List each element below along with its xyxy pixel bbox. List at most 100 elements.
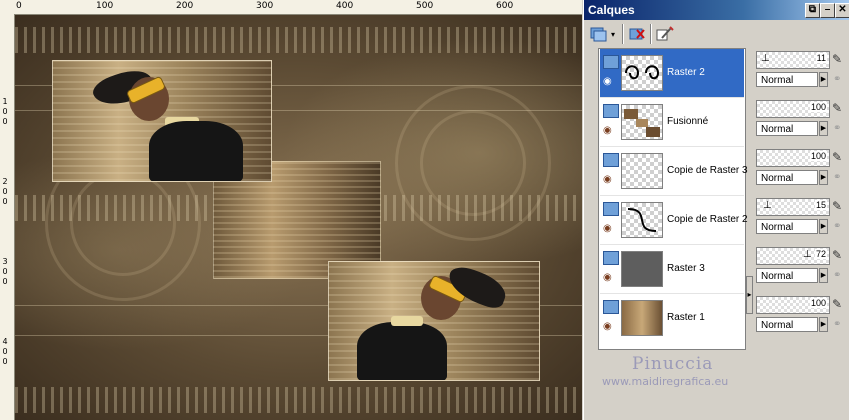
opacity-slider[interactable]: 100 bbox=[756, 296, 830, 314]
left-ruler: 1 0 0 2 0 0 3 0 0 4 0 0 bbox=[0, 14, 15, 420]
link-icon[interactable]: ⚭ bbox=[833, 172, 841, 183]
ruler-label: 0 bbox=[2, 357, 8, 366]
ruler-label: 600 bbox=[496, 1, 514, 11]
opacity-value: 72 bbox=[814, 249, 827, 259]
visibility-eye-icon[interactable]: ◉ bbox=[603, 224, 617, 234]
opacity-slider[interactable]: 100 bbox=[756, 100, 830, 118]
blend-dropdown-icon[interactable]: ▶ bbox=[819, 170, 828, 185]
layer-name: Raster 1 bbox=[667, 312, 705, 323]
restore-button[interactable]: ⧉ bbox=[805, 3, 820, 18]
link-icon[interactable]: ⚭ bbox=[833, 123, 841, 134]
blend-mode-select[interactable]: Normal bbox=[756, 268, 818, 283]
layers-palette: Calques ⧉ – ✕ ▾ ◉ Raster 2 ◉ Fusionné ◉ … bbox=[583, 0, 849, 420]
opacity-value: 100 bbox=[809, 298, 827, 308]
ruler-label: 0 bbox=[2, 197, 8, 206]
blend-dropdown-icon[interactable]: ▶ bbox=[819, 219, 828, 234]
opacity-marker-icon: ⊥ bbox=[761, 53, 770, 64]
ruler-label: 0 bbox=[16, 1, 22, 11]
texture-band bbox=[15, 387, 582, 413]
edit-brush-icon[interactable]: ✎ bbox=[832, 150, 842, 164]
layer-row-copie-raster-2[interactable]: ◉ Copie de Raster 2 bbox=[600, 196, 748, 245]
texture-band bbox=[15, 27, 582, 53]
link-icon[interactable]: ⚭ bbox=[833, 270, 841, 281]
layer-name: Raster 3 bbox=[667, 263, 705, 274]
blend-dropdown-icon[interactable]: ▶ bbox=[819, 121, 828, 136]
raster-layer-icon bbox=[603, 153, 619, 167]
palette-title-bar[interactable]: Calques ⧉ – ✕ bbox=[584, 0, 849, 20]
toolbar-separator bbox=[622, 24, 624, 44]
layer-thumbnail bbox=[621, 153, 663, 189]
layer-props-row: ⊥ 15 ✎ Normal ▶ ⚭ bbox=[756, 195, 849, 243]
top-ruler: 0 100 200 300 400 500 600 bbox=[14, 0, 582, 15]
layer-row-copie-raster-3[interactable]: ◉ Copie de Raster 3 bbox=[600, 147, 748, 196]
visibility-eye-icon[interactable]: ◉ bbox=[603, 175, 617, 185]
toolbar-separator bbox=[650, 24, 652, 44]
blend-mode-select[interactable]: Normal bbox=[756, 72, 818, 87]
layer-thumbnail bbox=[621, 55, 663, 91]
layer-row-raster-3[interactable]: ◉ Raster 3 bbox=[600, 245, 744, 294]
layer-list: ◉ Raster 2 ◉ Fusionné ◉ Copie de Raster … bbox=[598, 48, 748, 350]
layer-row-raster-1[interactable]: ◉ Raster 1 bbox=[600, 294, 744, 342]
minimize-button[interactable]: – bbox=[820, 3, 835, 18]
layer-props-row: 100 ✎ Normal ▶ ⚭ bbox=[756, 293, 849, 341]
ruler-label: 0 bbox=[2, 117, 8, 126]
palette-toolbar: ▾ bbox=[584, 20, 849, 48]
visibility-eye-icon[interactable]: ◉ bbox=[603, 77, 617, 87]
opacity-slider[interactable]: ⊥ 72 bbox=[756, 247, 830, 265]
opacity-marker-icon: ⊥ bbox=[803, 249, 812, 260]
blend-mode-select[interactable]: Normal bbox=[756, 317, 818, 332]
opacity-slider[interactable]: ⊥ 15 bbox=[756, 198, 830, 216]
new-layer-dropdown-icon[interactable]: ▾ bbox=[608, 24, 618, 44]
photo-frame-bottom bbox=[328, 261, 540, 381]
raster-layer-icon bbox=[603, 300, 619, 314]
panel-splitter[interactable]: ▸ bbox=[745, 48, 753, 416]
blend-dropdown-icon[interactable]: ▶ bbox=[819, 72, 828, 87]
layer-properties-icon[interactable] bbox=[654, 24, 676, 44]
close-button[interactable]: ✕ bbox=[835, 3, 849, 18]
link-icon[interactable]: ⚭ bbox=[833, 74, 841, 85]
layer-row-raster-2[interactable]: ◉ Raster 2 bbox=[600, 49, 744, 98]
layer-props-row: 100 ✎ Normal ▶ ⚭ bbox=[756, 146, 849, 194]
edit-brush-icon[interactable]: ✎ bbox=[832, 248, 842, 262]
edit-brush-icon[interactable]: ✎ bbox=[832, 199, 842, 213]
raster-layer-icon bbox=[603, 55, 619, 69]
edit-brush-icon[interactable]: ✎ bbox=[832, 101, 842, 115]
raster-layer-icon bbox=[603, 202, 619, 216]
ruler-label: 0 bbox=[2, 107, 8, 116]
visibility-eye-icon[interactable]: ◉ bbox=[603, 126, 617, 136]
raster-layer-icon bbox=[603, 104, 619, 118]
figure-body bbox=[149, 121, 243, 181]
figure-necklace bbox=[391, 316, 423, 326]
edit-brush-icon[interactable]: ✎ bbox=[832, 297, 842, 311]
ruler-label: 400 bbox=[336, 1, 354, 11]
blend-mode-select[interactable]: Normal bbox=[756, 121, 818, 136]
layer-props-row: ⊥ 72 ✎ Normal ▶ ⚭ bbox=[756, 244, 849, 292]
image-canvas[interactable] bbox=[15, 15, 582, 420]
ruler-label: 4 bbox=[2, 337, 8, 346]
blend-mode-select[interactable]: Normal bbox=[756, 170, 818, 185]
visibility-eye-icon[interactable]: ◉ bbox=[603, 322, 617, 332]
ruler-label: 300 bbox=[256, 1, 274, 11]
layer-thumbnail bbox=[621, 300, 663, 336]
new-layer-icon[interactable] bbox=[588, 24, 610, 44]
layer-properties-column: ⊥ 11 ✎ Normal ▶ ⚭ 100 ✎ Normal ▶ ⚭ 100 ✎… bbox=[756, 48, 849, 348]
visibility-eye-icon[interactable]: ◉ bbox=[603, 273, 617, 283]
opacity-marker-icon: ⊥ bbox=[763, 200, 772, 211]
opacity-value: 100 bbox=[809, 151, 827, 161]
edit-brush-icon[interactable]: ✎ bbox=[832, 52, 842, 66]
delete-layer-icon[interactable] bbox=[626, 24, 648, 44]
link-icon[interactable]: ⚭ bbox=[833, 221, 841, 232]
blend-dropdown-icon[interactable]: ▶ bbox=[819, 268, 828, 283]
ruler-label: 0 bbox=[2, 277, 8, 286]
opacity-slider[interactable]: 100 bbox=[756, 149, 830, 167]
layer-name: Copie de Raster 2 bbox=[667, 214, 748, 225]
link-icon[interactable]: ⚭ bbox=[833, 319, 841, 330]
layer-props-row: ⊥ 11 ✎ Normal ▶ ⚭ bbox=[756, 48, 849, 96]
opacity-slider[interactable]: ⊥ 11 bbox=[756, 51, 830, 69]
layer-thumbnail bbox=[621, 104, 663, 140]
layer-props-row: 100 ✎ Normal ▶ ⚭ bbox=[756, 97, 849, 145]
blend-dropdown-icon[interactable]: ▶ bbox=[819, 317, 828, 332]
layer-row-fusionne[interactable]: ◉ Fusionné bbox=[600, 98, 744, 147]
splitter-arrow-icon[interactable]: ▸ bbox=[746, 276, 753, 314]
blend-mode-select[interactable]: Normal bbox=[756, 219, 818, 234]
